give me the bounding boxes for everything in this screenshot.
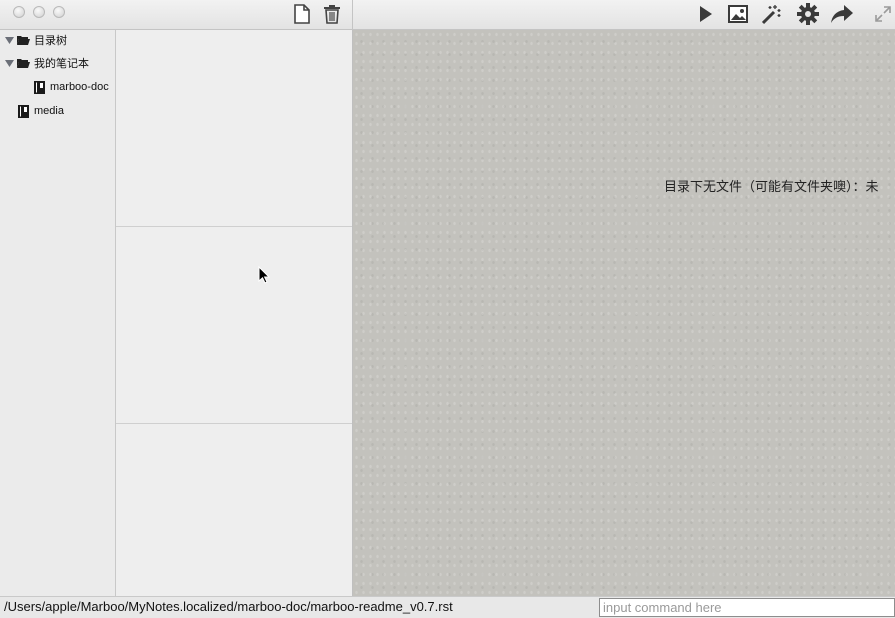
mouse-pointer-icon [258,265,271,289]
share-arrow-icon [830,4,854,24]
folder-open-icon [15,56,31,70]
current-file-path: /Users/apple/Marboo/MyNotes.localized/ma… [4,599,453,614]
toolbar-divider [352,0,353,30]
share-button[interactable] [829,2,855,26]
zoom-window-button[interactable] [53,6,65,18]
disclosure-triangle-icon[interactable] [3,36,15,44]
settings-button[interactable] [795,2,821,26]
new-file-button[interactable] [289,2,315,26]
fullscreen-button[interactable] [870,2,895,26]
tree-item-label: media [34,105,64,117]
notebook-icon [15,104,31,118]
delete-button[interactable] [319,2,345,26]
file-list[interactable] [116,30,353,596]
preview-pane: 目录下无文件（可能有文件夹噢）：未 [353,30,895,596]
status-bar: /Users/apple/Marboo/MyNotes.localized/ma… [0,596,895,618]
trash-icon [323,4,341,24]
new-file-icon [293,4,311,24]
minimize-window-button[interactable] [33,6,45,18]
magic-wand-icon [760,3,782,25]
tree-item-media[interactable]: media [15,101,64,121]
notebook-icon [31,80,47,94]
list-divider [116,226,352,227]
command-input[interactable] [599,598,895,617]
gear-icon [797,3,819,25]
tree-item-label: 我的笔记本 [34,58,89,70]
image-icon [728,5,748,23]
list-divider [116,423,352,424]
empty-directory-message: 目录下无文件（可能有文件夹噢）：未 [664,180,879,195]
insert-image-button[interactable] [725,2,751,26]
tree-item-marboo-doc[interactable]: marboo-doc [31,77,109,97]
tree-item-label: marboo-doc [50,81,109,93]
play-icon [697,5,713,23]
fullscreen-icon [875,6,891,22]
window-toolbar [0,0,895,30]
magic-button[interactable] [758,2,784,26]
folder-open-icon [15,33,31,47]
close-window-button[interactable] [13,6,25,18]
disclosure-triangle-icon[interactable] [3,59,15,67]
directory-tree: 目录树 我的笔记本 marboo-doc media [0,30,116,596]
tree-item-label: 目录树 [34,35,67,47]
run-button[interactable] [692,2,718,26]
tree-item-my-notebook[interactable]: 我的笔记本 [3,53,89,73]
tree-item-root[interactable]: 目录树 [3,30,67,50]
